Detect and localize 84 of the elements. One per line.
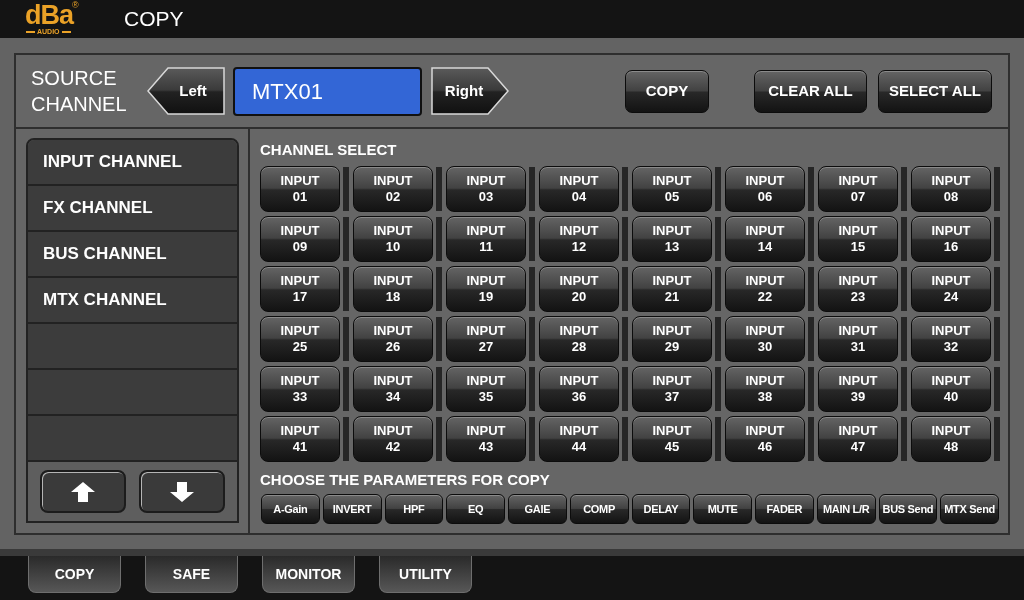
input-channel-button[interactable]: INPUT 07 (818, 166, 898, 212)
parameter-button[interactable]: MUTE (693, 494, 752, 524)
input-channel-button[interactable]: INPUT 26 (353, 316, 433, 362)
input-channel-button[interactable]: INPUT 46 (725, 416, 805, 462)
input-channel-button[interactable]: INPUT 41 (260, 416, 340, 462)
parameter-button[interactable]: HPF (384, 494, 444, 524)
bottom-tab[interactable]: UTILITY (379, 556, 472, 593)
input-channel-button[interactable]: INPUT 30 (725, 316, 805, 362)
input-channel-button[interactable]: INPUT 15 (818, 216, 898, 262)
input-channel-button[interactable]: INPUT 24 (911, 266, 991, 312)
parameter-button[interactable]: INVERT (322, 494, 382, 524)
input-channel-button[interactable]: INPUT 42 (353, 416, 433, 462)
parameter-button[interactable]: MAIN L/R (816, 494, 876, 524)
input-channel-button[interactable]: INPUT 25 (260, 316, 340, 362)
input-channel-button[interactable]: INPUT 18 (353, 266, 433, 312)
input-channel-button[interactable]: INPUT 37 (632, 366, 712, 412)
input-channel-button[interactable]: INPUT 45 (632, 416, 712, 462)
input-channel-button[interactable]: INPUT 16 (911, 216, 991, 262)
screen-title: COPY (124, 7, 184, 31)
channel-type-item[interactable]: MTX CHANNEL (28, 278, 237, 324)
input-channel-button[interactable]: INPUT 12 (539, 216, 619, 262)
bottom-tab[interactable]: MONITOR (262, 556, 355, 593)
input-channel-button[interactable]: INPUT 10 (353, 216, 433, 262)
input-channel-button[interactable]: INPUT 02 (353, 166, 433, 212)
input-channel-button[interactable]: INPUT 33 (260, 366, 340, 412)
input-channel-button[interactable]: INPUT 39 (818, 366, 898, 412)
section-heading: CHANNEL SELECT (260, 141, 398, 159)
down-arrow-icon (170, 481, 194, 502)
clear-all-button[interactable]: CLEAR ALL (754, 69, 867, 113)
copy-button[interactable]: COPY (625, 69, 709, 113)
select-all-button[interactable]: SELECT ALL (878, 69, 992, 113)
input-channel-button[interactable]: INPUT 48 (911, 416, 991, 462)
bottom-tab[interactable]: COPY (28, 556, 121, 593)
input-channel-button[interactable]: INPUT 20 (539, 266, 619, 312)
input-channel-button[interactable]: INPUT 27 (446, 316, 526, 362)
channel-type-item[interactable]: FX CHANNEL (28, 186, 237, 232)
input-channel-button[interactable]: INPUT 35 (446, 366, 526, 412)
input-channel-button[interactable]: INPUT 21 (632, 266, 712, 312)
input-channel-button[interactable]: INPUT 47 (818, 416, 898, 462)
parameter-button[interactable]: GAIE (508, 494, 567, 524)
input-channel-button[interactable]: INPUT 38 (725, 366, 805, 412)
input-channel-button[interactable]: INPUT 19 (446, 266, 526, 312)
input-channel-button[interactable]: INPUT 28 (539, 316, 619, 362)
logo-text: dBa (25, 2, 73, 27)
input-channel-button[interactable]: INPUT 40 (911, 366, 991, 412)
bottom-tab[interactable]: SAFE (145, 556, 238, 593)
input-channel-button[interactable]: INPUT 04 (539, 166, 619, 212)
parameter-button[interactable]: COMP (569, 494, 629, 524)
input-channel-button[interactable]: INPUT 23 (818, 266, 898, 312)
input-channel-button[interactable]: INPUT 13 (632, 216, 712, 262)
parameter-button[interactable]: A-Gain (261, 494, 320, 524)
input-channel-button[interactable]: INPUT 32 (911, 316, 991, 362)
parameter-button[interactable]: DELAY (631, 494, 691, 524)
input-channel-button[interactable]: INPUT 17 (260, 266, 340, 312)
parameter-button[interactable]: BUS Send (878, 494, 938, 524)
scroll-down-button[interactable] (139, 470, 225, 513)
previous-channel-button[interactable]: Left (147, 67, 225, 115)
input-channel-button[interactable]: INPUT 01 (260, 166, 340, 212)
input-channel-button[interactable]: INPUT 34 (353, 366, 433, 412)
input-channel-button[interactable]: INPUT 14 (725, 216, 805, 262)
channel-type-item[interactable]: BUS CHANNEL (28, 232, 237, 278)
input-channel-button[interactable]: INPUT 06 (725, 166, 805, 212)
input-channel-button[interactable]: INPUT 44 (539, 416, 619, 462)
channel-type-item[interactable]: INPUT CHANNEL (28, 140, 237, 186)
section-heading: CHOOSE THE PARAMETERS FOR COPY (260, 471, 551, 489)
source-channel-label: SOURCE CHANNEL (31, 66, 128, 117)
parameter-button[interactable]: EQ (446, 494, 505, 524)
scroll-up-button[interactable] (40, 470, 126, 513)
input-channel-button[interactable]: INPUT 29 (632, 316, 712, 362)
input-channel-button[interactable]: INPUT 11 (446, 216, 526, 262)
up-arrow-icon (71, 481, 95, 502)
input-channel-button[interactable]: INPUT 03 (446, 166, 526, 212)
input-channel-button[interactable]: INPUT 08 (911, 166, 991, 212)
input-channel-button[interactable]: INPUT 31 (818, 316, 898, 362)
input-channel-button[interactable]: INPUT 05 (632, 166, 712, 212)
input-channel-button[interactable]: INPUT 36 (539, 366, 619, 412)
parameter-button[interactable]: MTX Send (940, 494, 999, 524)
source-channel-field[interactable]: MTX01 (233, 66, 422, 116)
input-channel-button[interactable]: INPUT 09 (260, 216, 340, 262)
next-channel-button[interactable]: Right (431, 67, 509, 115)
registered-mark: ® (72, 0, 79, 10)
input-channel-button[interactable]: INPUT 43 (446, 416, 526, 462)
input-channel-button[interactable]: INPUT 22 (725, 266, 805, 312)
parameter-button[interactable]: FADER (755, 494, 814, 524)
